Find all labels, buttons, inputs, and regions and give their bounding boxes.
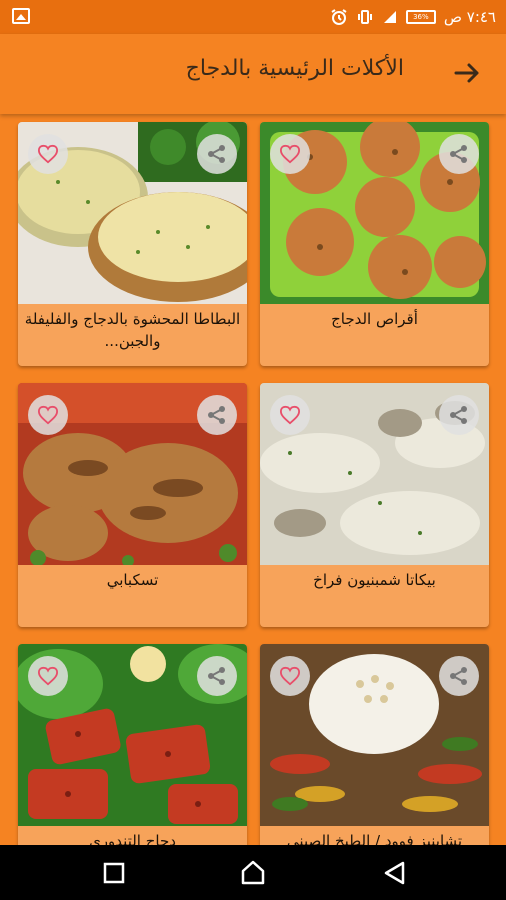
recent-apps-icon[interactable] — [100, 859, 128, 887]
recipe-card[interactable]: البطاطا المحشوة بالدجاج والفليفلة والجبن… — [18, 122, 247, 366]
gallery-icon — [12, 8, 30, 24]
battery-icon: 36% — [405, 10, 436, 24]
heart-icon[interactable] — [28, 134, 68, 174]
share-icon[interactable] — [197, 395, 237, 435]
recipe-title: بيكاتا شمبنيون فراخ — [313, 571, 436, 589]
recipe-title: تشاينيز فوود / الطبخ الصيني — [286, 832, 463, 845]
share-icon[interactable] — [439, 134, 479, 174]
app-bar: الأكلات الرئيسية بالدجاج — [0, 34, 506, 114]
page-title: الأكلات الرئيسية بالدجاج — [185, 56, 404, 81]
share-icon[interactable] — [197, 656, 237, 696]
recipe-card[interactable]: تسكبابي — [18, 383, 247, 627]
status-bar: ٧:٤٦ ص 36% — [0, 0, 506, 34]
share-icon[interactable] — [197, 134, 237, 174]
heart-icon[interactable] — [270, 395, 310, 435]
status-right: ٧:٤٦ ص 36% — [330, 6, 496, 28]
heart-icon[interactable] — [28, 656, 68, 696]
alarm-icon — [331, 9, 347, 25]
recipe-card[interactable]: دجاج التندوري — [18, 644, 247, 845]
recipe-card[interactable]: أقراص الدجاج — [260, 122, 489, 366]
recipe-card[interactable]: بيكاتا شمبنيون فراخ — [260, 383, 489, 627]
recipe-title: تسكبابي — [106, 571, 159, 589]
clock: ٧:٤٦ ص — [443, 8, 496, 26]
navigation-bar — [0, 845, 506, 900]
recipe-card[interactable]: تشاينيز فوود / الطبخ الصيني — [260, 644, 489, 845]
back-icon[interactable] — [381, 859, 409, 887]
heart-icon[interactable] — [28, 395, 68, 435]
recipe-title: أقراص الدجاج — [331, 310, 418, 328]
share-icon[interactable] — [439, 395, 479, 435]
share-icon[interactable] — [439, 656, 479, 696]
vibrate-icon — [357, 10, 372, 24]
recipe-grid: البطاطا المحشوة بالدجاج والفليفلة والجبن… — [0, 114, 506, 845]
heart-icon[interactable] — [270, 134, 310, 174]
recipe-title: البطاطا المحشوة بالدجاج والفليفلة والجبن… — [24, 310, 241, 350]
arrow-right-icon[interactable] — [452, 58, 482, 88]
signal-icon — [383, 11, 396, 23]
recipe-title: دجاج التندوري — [89, 832, 176, 845]
home-icon[interactable] — [239, 859, 267, 887]
heart-icon[interactable] — [270, 656, 310, 696]
